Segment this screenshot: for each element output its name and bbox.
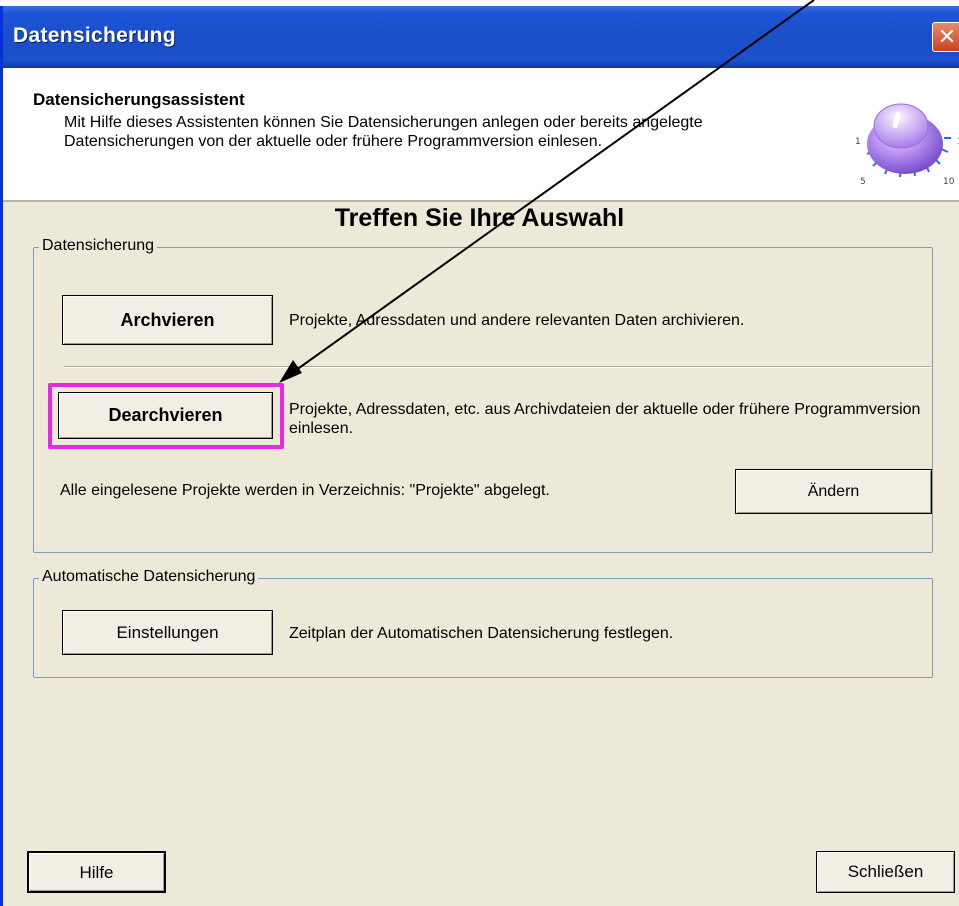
settings-button-label: Einstellungen — [116, 623, 219, 642]
dial-icon: 1 1 5 10 — [855, 103, 959, 187]
selection-heading: Treffen Sie Ihre Auswahl — [334, 204, 625, 232]
wizard-header: Datensicherungsassistent Mit Hilfe diese… — [3, 68, 959, 202]
highlight-frame — [48, 383, 284, 449]
settings-description: Zeitplan der Automatischen Datensicherun… — [289, 625, 674, 642]
dial-label: 10 — [943, 177, 955, 187]
wizard-description: Mit Hilfe dieses Assistenten können Sie … — [64, 114, 703, 150]
archive-button-label: Archvieren — [120, 310, 215, 330]
help-button-label: Hilfe — [79, 863, 114, 882]
help-button[interactable]: Hilfe — [27, 851, 166, 893]
window-title: Datensicherung — [13, 24, 176, 47]
close-icon: ✕ — [937, 24, 957, 49]
dial-label: 5 — [860, 177, 866, 187]
archive-description: Projekte, Adressdaten und andere relevan… — [289, 312, 745, 329]
directory-info: Alle eingelesene Projekte werden in Verz… — [60, 482, 550, 499]
close-button-label: Schließen — [847, 862, 924, 881]
close-window-button[interactable]: ✕ — [932, 22, 959, 52]
dial-label: 1 — [855, 137, 861, 147]
backup-group-legend: Datensicherung — [39, 237, 158, 255]
backup-separator — [64, 366, 931, 368]
settings-button[interactable]: Einstellungen — [62, 610, 273, 655]
dearchive-description: Projekte, Adressdaten, etc. aus Archivda… — [289, 401, 921, 437]
archive-button[interactable]: Archvieren — [62, 295, 273, 345]
title-bar[interactable]: Datensicherung ✕ — [3, 6, 959, 68]
change-button-label: Ändern — [807, 483, 860, 500]
wizard-title: Datensicherungsassistent — [33, 90, 245, 109]
close-button[interactable]: Schließen — [816, 851, 955, 893]
change-directory-button[interactable]: Ändern — [735, 469, 932, 514]
auto-backup-group-legend: Automatische Datensicherung — [39, 568, 259, 586]
